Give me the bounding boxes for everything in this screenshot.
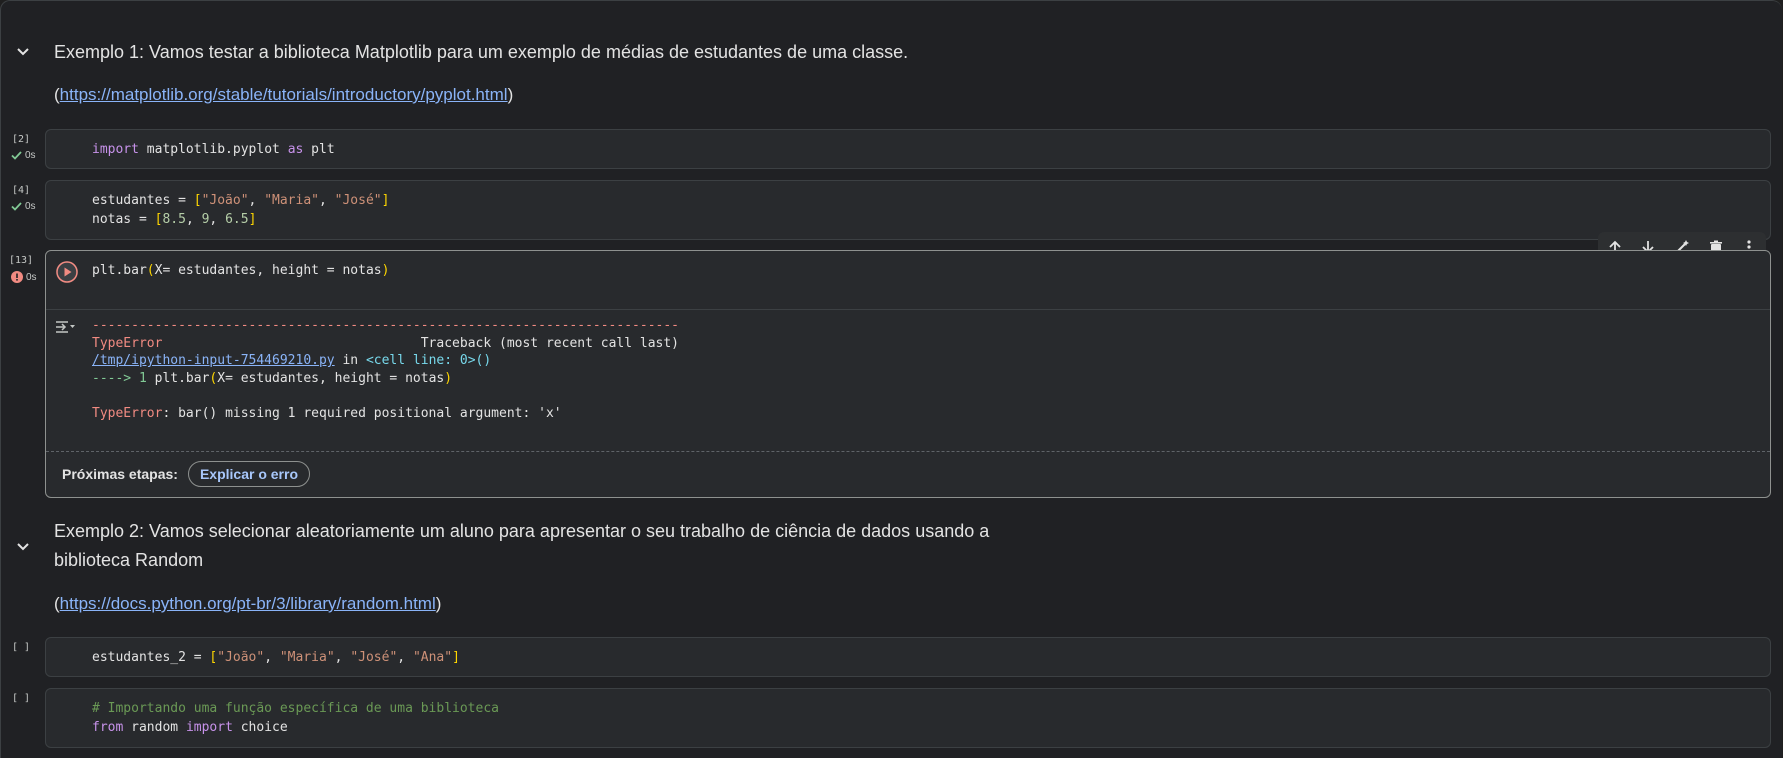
- comma: ,: [319, 193, 335, 208]
- cell-2-code[interactable]: estudantes = ["João", "Maria", "José"] n…: [92, 191, 389, 229]
- collapse-section-1-button[interactable]: [13, 42, 33, 62]
- cell-3-code[interactable]: plt.bar(X= estudantes, height = notas): [92, 261, 389, 280]
- traceback-file-link[interactable]: /tmp/ipython-input-754469210.py: [92, 353, 335, 368]
- chevron-down-icon: [17, 48, 29, 56]
- code-cell-5[interactable]: # Importando uma função específica de um…: [45, 688, 1771, 748]
- traceback-separator: ----------------------------------------…: [92, 318, 679, 333]
- alias: plt: [303, 142, 335, 157]
- cell-1-status: 0s: [11, 150, 36, 161]
- random-docs-link[interactable]: https://docs.python.org/pt-br/3/library/…: [60, 594, 436, 613]
- cell-4-code[interactable]: estudantes_2 = ["João", "Maria", "José",…: [92, 648, 460, 667]
- error-name: TypeError: [92, 405, 163, 421]
- code-text: plt.bar: [154, 370, 210, 386]
- comma: ,: [209, 212, 226, 227]
- cell-3-time: 0s: [26, 271, 37, 283]
- section-2-link-line: (https://docs.python.org/pt-br/3/library…: [54, 594, 441, 614]
- section-2-heading: Exemplo 2: Vamos selecionar aleatoriamen…: [54, 517, 989, 575]
- traceback-text: in: [334, 353, 366, 368]
- bracket: [: [193, 193, 202, 208]
- cell-3-status: 0s: [11, 271, 37, 283]
- cell-1-exec-count: [2]: [11, 134, 31, 145]
- notebook-frame: Exemplo 1: Vamos testar a biblioteca Mat…: [0, 0, 1782, 758]
- bracket: ]: [248, 212, 257, 227]
- string: "José": [334, 193, 382, 208]
- next-steps-label: Próximas etapas:: [62, 466, 178, 482]
- cell-5-code[interactable]: # Importando uma função específica de um…: [92, 699, 499, 737]
- code-text: X= estudantes, height = notas: [217, 370, 445, 386]
- cell-5-exec-count: [ ]: [11, 693, 31, 704]
- error-output: ----------------------------------------…: [92, 317, 679, 422]
- string: "Maria": [264, 193, 319, 208]
- code-text: plt.bar: [92, 263, 147, 278]
- code-text: notas =: [92, 212, 155, 227]
- code-cell-2[interactable]: estudantes = ["João", "Maria", "José"] n…: [45, 180, 1771, 240]
- error-icon: [11, 271, 23, 283]
- bracket: ]: [452, 650, 460, 665]
- number: 8.5: [162, 212, 186, 227]
- cell-2-time: 0s: [25, 201, 36, 212]
- code-comment: # Importando uma função específica de um…: [92, 701, 499, 716]
- error-name: TypeError: [92, 335, 163, 351]
- check-icon: [11, 151, 22, 160]
- comma: ,: [185, 212, 202, 227]
- section-1-link-line: (https://matplotlib.org/stable/tutorials…: [54, 85, 513, 105]
- traceback-label: Traceback (most recent call last): [162, 335, 680, 351]
- output-toggle-button[interactable]: [55, 319, 75, 340]
- paren-close: ): [507, 85, 514, 104]
- string: "João": [217, 650, 265, 665]
- keyword: as: [287, 142, 304, 157]
- cell-1-time: 0s: [25, 150, 36, 161]
- comma: ,: [248, 193, 265, 208]
- module-name: random: [123, 720, 186, 735]
- paren: (: [146, 263, 155, 278]
- code-text: estudantes =: [92, 193, 194, 208]
- cell-4-exec-count: [ ]: [11, 642, 31, 653]
- paren: ): [444, 370, 453, 386]
- section-1-heading: Exemplo 1: Vamos testar a biblioteca Mat…: [54, 42, 909, 62]
- section-2-heading-line-1: Exemplo 2: Vamos selecionar aleatoriamen…: [54, 521, 990, 541]
- number: 6.5: [225, 212, 249, 227]
- comma: ,: [334, 650, 351, 665]
- cell-1-code[interactable]: import matplotlib.pyplot as plt: [92, 140, 335, 159]
- explain-error-button[interactable]: Explicar o erro: [187, 461, 310, 487]
- traceback-cell-line: <cell line: 0>(): [365, 353, 492, 368]
- string: "João": [201, 193, 249, 208]
- cell-3-exec-count: [13]: [8, 255, 34, 266]
- bracket: ]: [381, 193, 390, 208]
- matplotlib-link[interactable]: https://matplotlib.org/stable/tutorials/…: [60, 85, 508, 104]
- check-icon: [11, 202, 22, 211]
- run-cell-button[interactable]: [56, 261, 78, 283]
- keyword: from: [92, 720, 124, 735]
- module-name: matplotlib.pyplot: [138, 142, 288, 157]
- string: "Maria": [279, 650, 335, 665]
- code-cell-4[interactable]: estudantes_2 = ["João", "Maria", "José",…: [45, 637, 1771, 677]
- chevron-down-icon: [17, 543, 29, 551]
- output-toggle-icon: [56, 321, 75, 333]
- run-icon: [56, 261, 78, 283]
- error-message: : bar() missing 1 required positional ar…: [162, 405, 562, 421]
- string: "José": [350, 650, 398, 665]
- keyword: import: [92, 142, 139, 157]
- code-cell-3[interactable]: plt.bar(X= estudantes, height = notas) -…: [45, 250, 1771, 498]
- comma: ,: [397, 650, 413, 665]
- imported-name: choice: [232, 720, 288, 735]
- collapse-section-2-button[interactable]: [13, 537, 33, 557]
- section-2-heading-line-2: biblioteca Random: [54, 550, 204, 570]
- code-text: estudantes_2 =: [92, 650, 210, 665]
- paren-close: ): [435, 594, 442, 613]
- next-steps: Próximas etapas: Explicar o erro: [62, 454, 310, 494]
- string: "Ana": [412, 650, 453, 665]
- paren: ): [381, 263, 390, 278]
- output-dash-divider: [46, 451, 1770, 452]
- code-cell-1[interactable]: import matplotlib.pyplot as plt: [45, 129, 1771, 169]
- output-divider: [46, 309, 1770, 310]
- traceback-arrow: ----> 1: [92, 370, 155, 386]
- cell-2-status: 0s: [11, 201, 36, 212]
- keyword: import: [185, 720, 233, 735]
- comma: ,: [264, 650, 280, 665]
- code-text: X= estudantes, height = notas: [154, 263, 382, 278]
- cell-2-exec-count: [4]: [11, 185, 31, 196]
